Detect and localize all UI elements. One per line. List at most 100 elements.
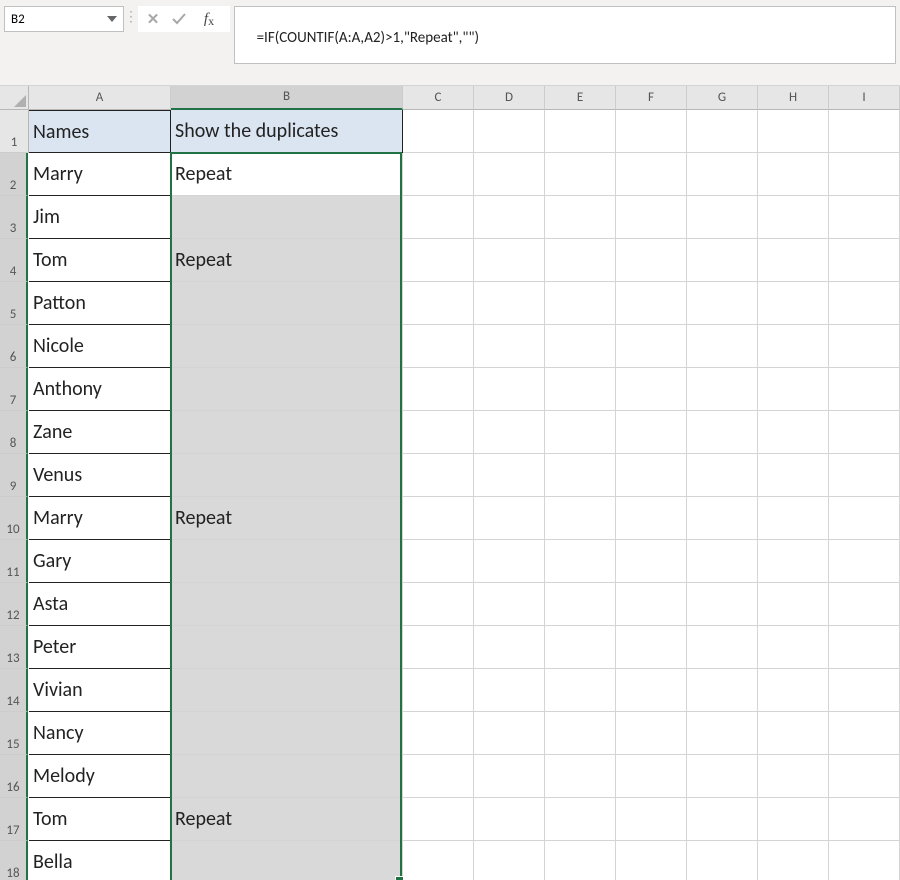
cell-E8[interactable] (545, 411, 616, 454)
cell-F15[interactable] (616, 712, 687, 755)
cell-B10[interactable]: Repeat (171, 497, 403, 540)
cell-F2[interactable] (616, 153, 687, 196)
cell-I13[interactable] (829, 626, 900, 669)
cell-F8[interactable] (616, 411, 687, 454)
cell-C17[interactable] (403, 798, 474, 841)
cell-H9[interactable] (758, 454, 829, 497)
cell-F17[interactable] (616, 798, 687, 841)
cell-D15[interactable] (474, 712, 545, 755)
cell-I18[interactable] (829, 841, 900, 880)
column-header-H[interactable]: H (758, 86, 829, 110)
cell-I17[interactable] (829, 798, 900, 841)
cell-E14[interactable] (545, 669, 616, 712)
cell-D4[interactable] (474, 239, 545, 282)
row-header-10[interactable]: 10 (0, 497, 28, 540)
cell-C13[interactable] (403, 626, 474, 669)
cell-I15[interactable] (829, 712, 900, 755)
cell-E18[interactable] (545, 841, 616, 880)
cell-D12[interactable] (474, 583, 545, 626)
column-header-C[interactable]: C (403, 86, 474, 110)
cell-G11[interactable] (687, 540, 758, 583)
cell-I5[interactable] (829, 282, 900, 325)
cell-A9[interactable]: Venus (29, 454, 171, 497)
row-header-3[interactable]: 3 (0, 196, 28, 239)
cell-F16[interactable] (616, 755, 687, 798)
cell-A5[interactable]: Patton (29, 282, 171, 325)
cell-D14[interactable] (474, 669, 545, 712)
cell-G7[interactable] (687, 368, 758, 411)
cell-G16[interactable] (687, 755, 758, 798)
cell-A17[interactable]: Tom (29, 798, 171, 841)
cell-F10[interactable] (616, 497, 687, 540)
cell-E9[interactable] (545, 454, 616, 497)
cell-A16[interactable]: Melody (29, 755, 171, 798)
cell-H14[interactable] (758, 669, 829, 712)
cell-H15[interactable] (758, 712, 829, 755)
column-header-B[interactable]: B (171, 86, 403, 110)
cell-C7[interactable] (403, 368, 474, 411)
cell-A11[interactable]: Gary (29, 540, 171, 583)
cell-C14[interactable] (403, 669, 474, 712)
cell-A14[interactable]: Vivian (29, 669, 171, 712)
cell-D2[interactable] (474, 153, 545, 196)
cell-F5[interactable] (616, 282, 687, 325)
row-header-12[interactable]: 12 (0, 583, 28, 626)
cell-E1[interactable] (545, 110, 616, 153)
cell-I16[interactable] (829, 755, 900, 798)
cell-H5[interactable] (758, 282, 829, 325)
cell-C5[interactable] (403, 282, 474, 325)
cell-B8[interactable] (171, 411, 403, 454)
cell-E2[interactable] (545, 153, 616, 196)
row-header-5[interactable]: 5 (0, 282, 28, 325)
cell-D13[interactable] (474, 626, 545, 669)
cell-B18[interactable] (171, 841, 403, 880)
cell-E12[interactable] (545, 583, 616, 626)
cell-G1[interactable] (687, 110, 758, 153)
column-header-A[interactable]: A (29, 86, 171, 110)
cell-A3[interactable]: Jim (29, 196, 171, 239)
cell-D9[interactable] (474, 454, 545, 497)
cell-D5[interactable] (474, 282, 545, 325)
cell-H18[interactable] (758, 841, 829, 880)
cell-I10[interactable] (829, 497, 900, 540)
insert-function-button[interactable]: fx (192, 7, 226, 31)
cell-D17[interactable] (474, 798, 545, 841)
column-header-E[interactable]: E (545, 86, 616, 110)
column-header-F[interactable]: F (616, 86, 687, 110)
cell-C6[interactable] (403, 325, 474, 368)
cell-F3[interactable] (616, 196, 687, 239)
name-box-dropdown[interactable] (103, 10, 121, 28)
cell-C10[interactable] (403, 497, 474, 540)
cell-C16[interactable] (403, 755, 474, 798)
cell-H1[interactable] (758, 110, 829, 153)
cell-D6[interactable] (474, 325, 545, 368)
cell-F4[interactable] (616, 239, 687, 282)
row-header-1[interactable]: 1 (0, 110, 29, 153)
cell-I1[interactable] (829, 110, 900, 153)
cell-F18[interactable] (616, 841, 687, 880)
column-header-I[interactable]: I (829, 86, 900, 110)
cell-G6[interactable] (687, 325, 758, 368)
cell-F14[interactable] (616, 669, 687, 712)
row-header-18[interactable]: 18 (0, 841, 28, 880)
cell-C12[interactable] (403, 583, 474, 626)
cell-F13[interactable] (616, 626, 687, 669)
row-header-17[interactable]: 17 (0, 798, 28, 841)
cell-D1[interactable] (474, 110, 545, 153)
cell-G14[interactable] (687, 669, 758, 712)
cell-A10[interactable]: Marry (29, 497, 171, 540)
cell-H12[interactable] (758, 583, 829, 626)
row-header-15[interactable]: 15 (0, 712, 28, 755)
cell-E5[interactable] (545, 282, 616, 325)
cell-D10[interactable] (474, 497, 545, 540)
cell-E11[interactable] (545, 540, 616, 583)
row-header-4[interactable]: 4 (0, 239, 28, 282)
cell-E10[interactable] (545, 497, 616, 540)
cell-C11[interactable] (403, 540, 474, 583)
cell-F11[interactable] (616, 540, 687, 583)
cell-A13[interactable]: Peter (29, 626, 171, 669)
cell-C15[interactable] (403, 712, 474, 755)
worksheet-grid[interactable]: ABCDEFGHI 12345678910111213141516171819 … (0, 86, 900, 880)
cell-H13[interactable] (758, 626, 829, 669)
cell-I6[interactable] (829, 325, 900, 368)
